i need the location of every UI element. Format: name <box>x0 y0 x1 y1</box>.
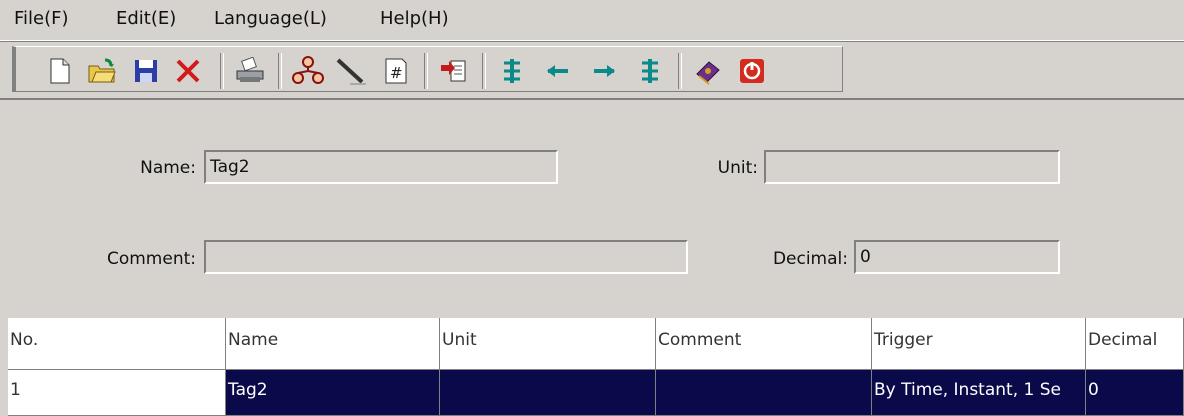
table-row-name[interactable]: Tag2 <box>226 370 440 416</box>
toolbar-separator <box>220 53 224 89</box>
svg-text:#: # <box>390 64 403 82</box>
column-header-comment[interactable]: Comment <box>656 318 872 370</box>
network-icon[interactable] <box>292 55 324 87</box>
arrow-left-icon[interactable] <box>542 55 574 87</box>
column-header-no[interactable]: No. <box>8 318 226 370</box>
decimal-field[interactable] <box>854 240 1060 274</box>
number-grid-icon[interactable]: # <box>380 55 412 87</box>
name-field[interactable] <box>204 150 558 184</box>
decimal-label: Decimal: <box>772 249 848 269</box>
column-header-trigger[interactable]: Trigger <box>872 318 1086 370</box>
column-header-unit[interactable]: Unit <box>440 318 656 370</box>
new-document-icon[interactable] <box>44 55 76 87</box>
table-row-no[interactable]: 1 <box>8 370 226 416</box>
tag-table: No. Name Unit Comment Trigger Decimal 1 … <box>8 318 1184 416</box>
unit-field[interactable] <box>764 150 1060 184</box>
menu-file[interactable]: File(F) <box>14 8 69 29</box>
open-folder-icon[interactable] <box>86 55 118 87</box>
column-header-decimal[interactable]: Decimal <box>1086 318 1184 370</box>
name-label: Name: <box>140 158 196 178</box>
table-row-decimal[interactable]: 0 <box>1086 370 1184 416</box>
toolbar-separator <box>678 53 682 89</box>
line-tool-icon[interactable] <box>336 55 368 87</box>
toolbar-separator <box>424 53 428 89</box>
toolbar: # <box>0 42 1184 100</box>
comment-label: Comment: <box>106 249 196 269</box>
move-bottom-icon[interactable] <box>634 55 666 87</box>
menu-bar: File(F) Edit(E) Language(L) Help(H) <box>0 0 1184 41</box>
table-row-unit[interactable] <box>440 370 656 416</box>
help-book-icon[interactable] <box>692 55 724 87</box>
toolbar-strip: # <box>12 46 843 92</box>
save-disk-icon[interactable] <box>130 55 162 87</box>
power-exit-icon[interactable] <box>736 55 768 87</box>
menu-edit[interactable]: Edit(E) <box>116 8 176 29</box>
tag-properties-form: Name: Unit: Comment: Decimal: <box>0 100 1184 312</box>
comment-field[interactable] <box>204 240 688 274</box>
table-row-trigger[interactable]: By Time, Instant, 1 Se <box>872 370 1086 416</box>
red-x-icon[interactable] <box>172 55 204 87</box>
arrow-right-icon[interactable] <box>588 55 620 87</box>
menu-help[interactable]: Help(H) <box>380 8 449 29</box>
move-top-icon[interactable] <box>496 55 528 87</box>
menu-language[interactable]: Language(L) <box>214 8 327 29</box>
table-row-comment[interactable] <box>656 370 872 416</box>
column-header-name[interactable]: Name <box>226 318 440 370</box>
printer-icon[interactable] <box>234 55 266 87</box>
import-icon[interactable] <box>438 55 470 87</box>
unit-label: Unit: <box>717 158 758 178</box>
toolbar-separator <box>482 53 486 89</box>
toolbar-separator <box>278 53 282 89</box>
